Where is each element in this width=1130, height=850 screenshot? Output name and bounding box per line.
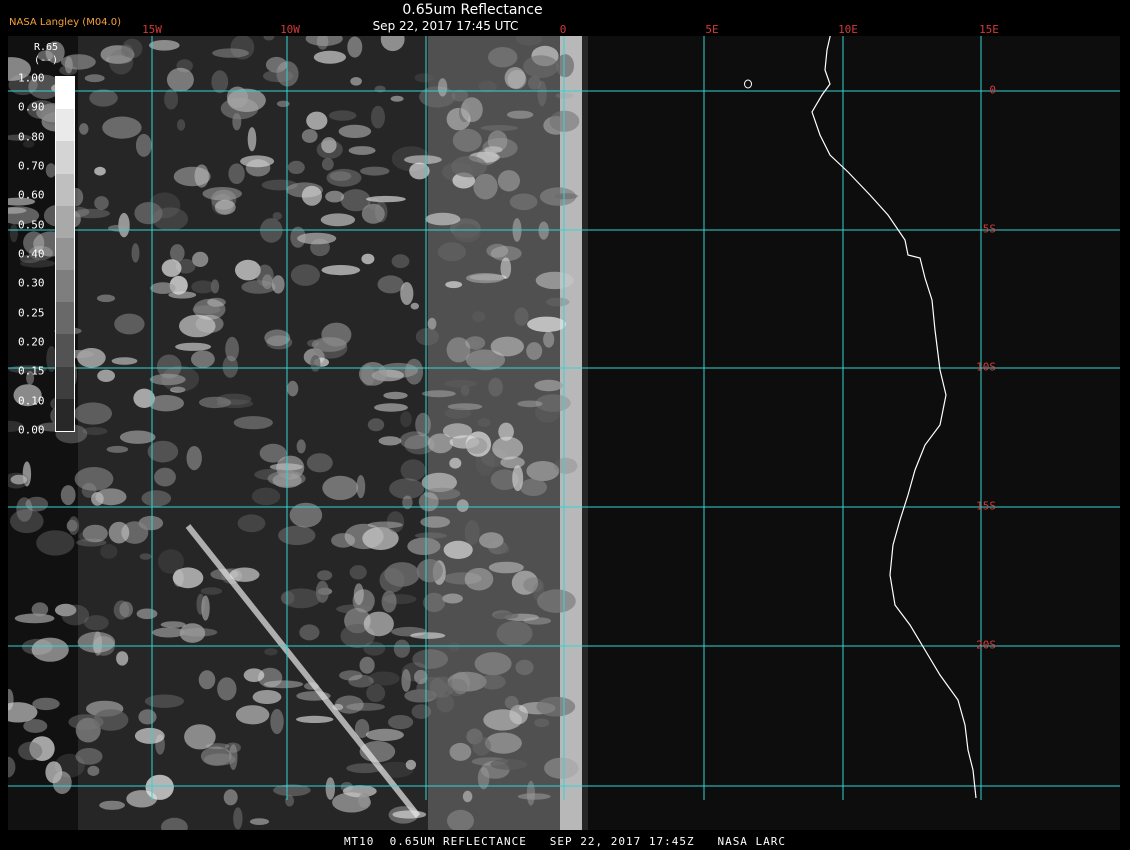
legend-swatch <box>56 109 74 142</box>
lon-label: 10E <box>838 23 858 36</box>
lon-label: 15W <box>142 23 162 36</box>
map-title: 0.65um Reflectance <box>402 2 543 18</box>
map-overlay <box>8 36 1120 800</box>
color-legend: R.65 (--) 1.00 0.90 0.80 0.70 0.60 0.50 0.40 0.… <box>14 42 84 442</box>
lon-label: 10W <box>280 23 300 36</box>
legend-variable: R.65 <box>34 42 59 53</box>
lon-label: 0 <box>559 23 567 36</box>
legend-swatch <box>56 173 74 207</box>
legend-swatch <box>56 141 74 175</box>
legend-swatch <box>56 205 74 239</box>
legend-tick-label: 0.70 <box>18 159 45 173</box>
footer-caption: MT10 0.65UM REFLECTANCE SEP 22, 2017 17:… <box>343 835 787 848</box>
lat-label: 20S <box>976 638 996 652</box>
legend-tick-label: 0.25 <box>18 306 45 320</box>
legend-tick-label: 0.40 <box>18 247 45 261</box>
legend-swatch <box>56 398 74 432</box>
lon-label: 15E <box>979 23 999 36</box>
legend-tick-label: 0.10 <box>18 394 45 408</box>
satellite-map <box>8 36 1120 830</box>
legend-colorbar <box>55 76 75 432</box>
map-timestamp: Sep 22, 2017 17:45 UTC <box>372 19 519 33</box>
lon-label: 5E <box>705 23 719 36</box>
legend-tick-label: 0.15 <box>18 364 45 378</box>
lat-label: 5S <box>982 222 996 236</box>
credit-label: NASA Langley (M04.0) <box>9 17 121 28</box>
legend-tick-label: 0.20 <box>18 335 45 349</box>
legend-swatch <box>56 77 74 110</box>
lat-label: 10S <box>976 360 996 374</box>
lat-label: 0 <box>989 83 996 97</box>
legend-swatch <box>56 366 74 400</box>
legend-tick-label: 0.00 <box>18 423 45 437</box>
legend-swatch <box>56 302 74 335</box>
legend-tick-label: 0.80 <box>18 130 45 144</box>
legend-swatch <box>56 334 74 368</box>
legend-units: (--) <box>34 55 59 66</box>
legend-tick-label: 0.30 <box>18 276 45 290</box>
legend-swatch <box>56 270 74 303</box>
legend-tick-label: 0.60 <box>18 188 45 202</box>
legend-tick-label: 0.90 <box>18 100 45 114</box>
legend-tick-label: 1.00 <box>18 71 45 85</box>
legend-tick-label: 0.50 <box>18 218 45 232</box>
lat-label: 15S <box>976 499 996 513</box>
legend-swatch <box>56 237 74 271</box>
island-outline <box>744 79 752 89</box>
coastline <box>811 36 977 799</box>
